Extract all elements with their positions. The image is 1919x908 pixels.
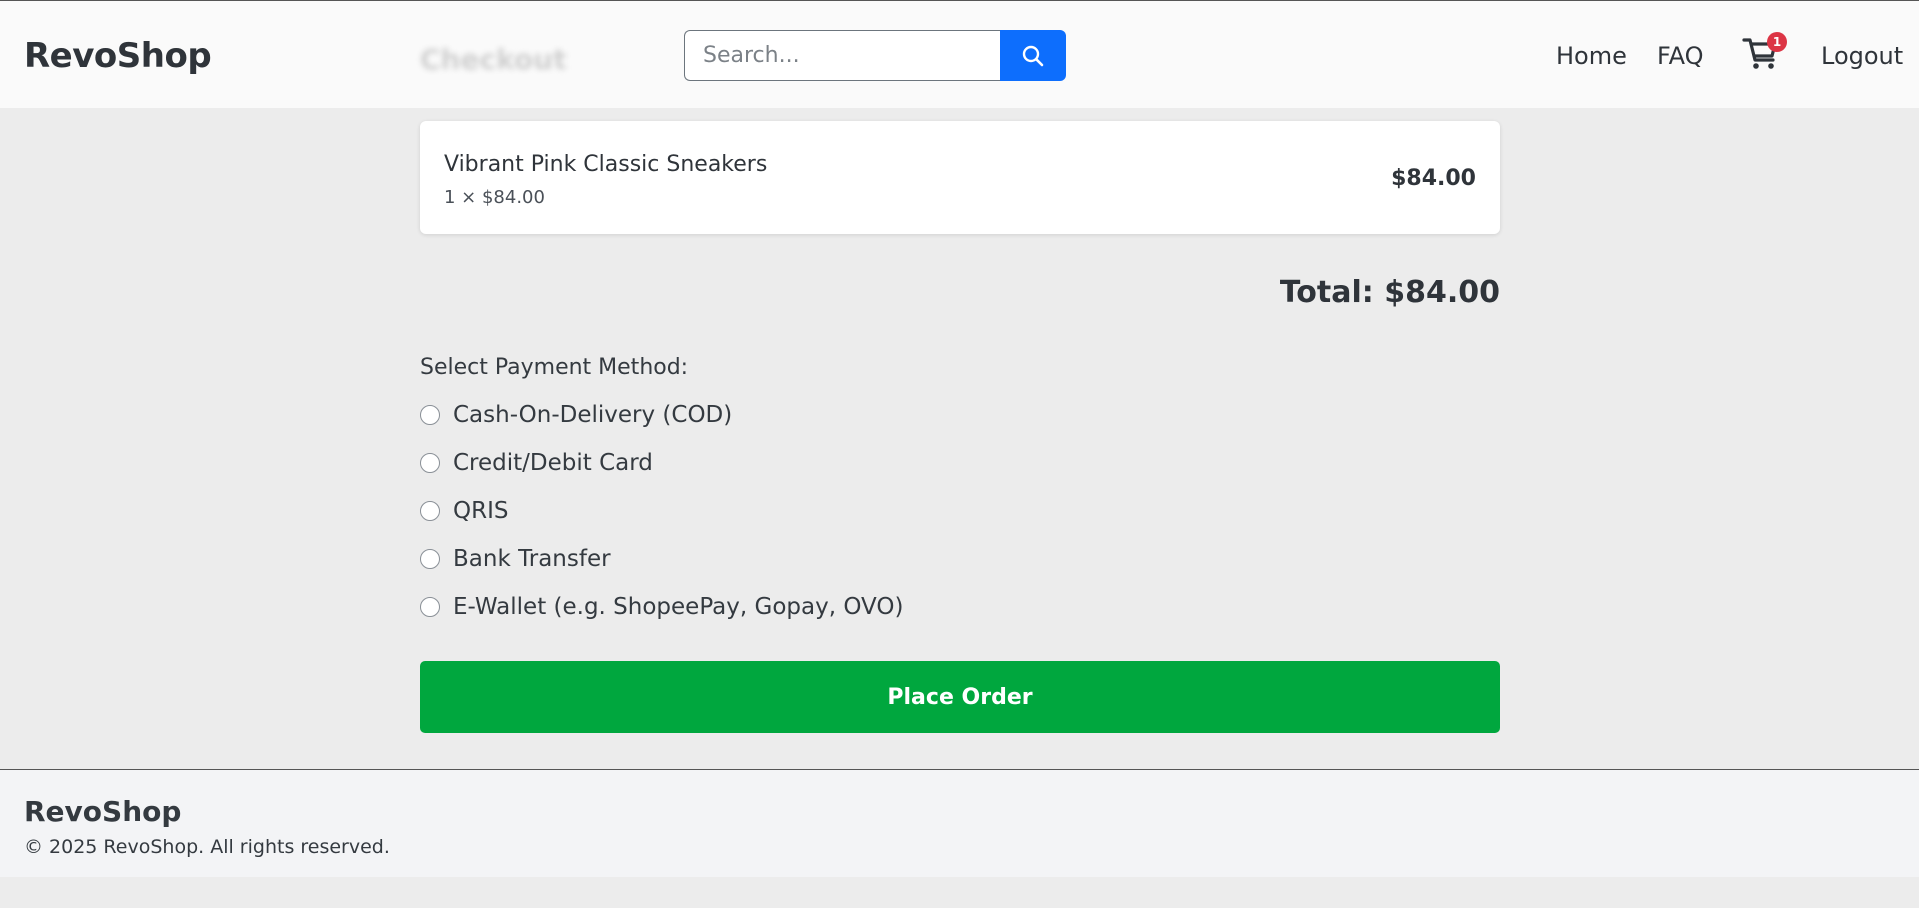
payment-option-ewallet[interactable]: E-Wallet (e.g. ShopeePay, Gopay, OVO)	[420, 592, 903, 622]
payment-option-label: QRIS	[453, 498, 509, 524]
nav-home[interactable]: Home	[1556, 42, 1627, 70]
payment-option-qris[interactable]: QRIS	[420, 496, 508, 526]
radio-button[interactable]	[420, 405, 440, 425]
payment-option-label: Bank Transfer	[453, 546, 611, 572]
search-form	[684, 30, 1066, 81]
payment-option-label: Cash-On-Delivery (COD)	[453, 402, 733, 428]
payment-option-label: E-Wallet (e.g. ShopeePay, Gopay, OVO)	[453, 594, 904, 620]
navbar: RevoShop Checkout Home FAQ 1 Logout	[0, 1, 1919, 108]
nav-logout[interactable]: Logout	[1821, 42, 1903, 70]
page-title: Checkout	[420, 43, 567, 76]
search-input[interactable]	[684, 30, 1000, 81]
footer-copyright: © 2025 RevoShop. All rights reserved.	[24, 836, 390, 858]
order-item-card: Vibrant Pink Classic Sneakers 1 × $84.00…	[420, 121, 1500, 234]
nav-faq[interactable]: FAQ	[1657, 42, 1704, 70]
item-name: Vibrant Pink Classic Sneakers	[444, 152, 768, 177]
radio-button[interactable]	[420, 549, 440, 569]
payment-option-cod[interactable]: Cash-On-Delivery (COD)	[420, 400, 732, 430]
payment-method-label: Select Payment Method:	[420, 355, 689, 380]
radio-button[interactable]	[420, 597, 440, 617]
item-quantity: 1 × $84.00	[444, 187, 545, 208]
brand-logo[interactable]: RevoShop	[24, 36, 212, 76]
place-order-button[interactable]: Place Order	[420, 661, 1500, 733]
cart-count-badge: 1	[1767, 32, 1787, 52]
order-total: Total: $84.00	[1279, 275, 1500, 310]
payment-option-bank-transfer[interactable]: Bank Transfer	[420, 544, 611, 574]
search-button[interactable]	[1000, 30, 1066, 81]
item-price: $84.00	[1391, 166, 1476, 191]
footer: RevoShop © 2025 RevoShop. All rights res…	[0, 769, 1919, 877]
payment-option-label: Credit/Debit Card	[453, 450, 653, 476]
footer-brand: RevoShop	[24, 795, 182, 828]
cart-button[interactable]: 1	[1741, 32, 1787, 72]
search-icon	[1022, 45, 1044, 66]
payment-option-card[interactable]: Credit/Debit Card	[420, 448, 653, 478]
radio-button[interactable]	[420, 453, 440, 473]
radio-button[interactable]	[420, 501, 440, 521]
